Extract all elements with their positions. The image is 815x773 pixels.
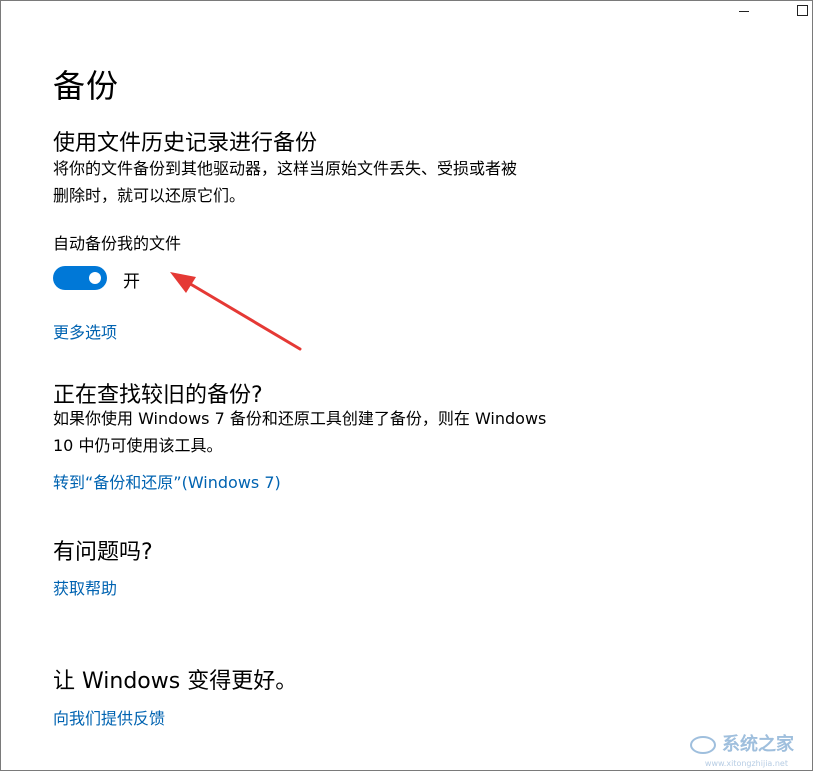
page-title: 备份 [53,67,120,105]
watermark-text: 系统之家 [722,734,794,755]
auto-backup-label: 自动备份我的文件 [53,234,182,253]
auto-backup-toggle[interactable] [53,266,107,290]
older-backup-description-line1: 如果你使用 Windows 7 备份和还原工具创建了备份，则在 Windows [53,409,547,428]
maximize-icon [796,4,808,16]
get-help-link[interactable]: 获取帮助 [53,575,117,599]
auto-backup-toggle-state: 开 [123,272,140,292]
more-options-link[interactable]: 更多选项 [53,319,117,343]
toggle-knob [89,272,101,284]
minimize-button[interactable] [721,1,767,29]
minimize-icon [739,10,749,12]
watermark-logo: 系统之家 [690,730,794,756]
older-backup-description: 如果你使用 Windows 7 备份和还原工具创建了备份，则在 Windows … [53,405,633,459]
give-feedback-link[interactable]: 向我们提供反馈 [53,705,165,729]
settings-window: 备份 使用文件历史记录进行备份 将你的文件备份到其他驱动器，这样当原始文件丢失、… [0,0,813,771]
file-history-description: 将你的文件备份到其他驱动器，这样当原始文件丢失、受损或者被 删除时，就可以还原它… [53,155,633,209]
file-history-heading: 使用文件历史记录进行备份 [53,131,318,156]
backup-restore-windows7-link[interactable]: 转到“备份和还原”(Windows 7) [53,469,281,493]
file-history-description-line2: 删除时，就可以还原它们。 [53,186,246,205]
feedback-heading: 让 Windows 变得更好。 [53,669,298,694]
older-backup-description-line2: 10 中仍可使用该工具。 [53,436,223,455]
maximize-button[interactable] [779,1,815,29]
file-history-description-line1: 将你的文件备份到其他驱动器，这样当原始文件丢失、受损或者被 [53,159,518,178]
help-heading: 有问题吗? [53,540,153,565]
watermark-url: www.xitongzhijia.net [704,759,788,768]
watermark-icon [690,736,716,754]
annotation-arrow-icon [170,272,302,351]
